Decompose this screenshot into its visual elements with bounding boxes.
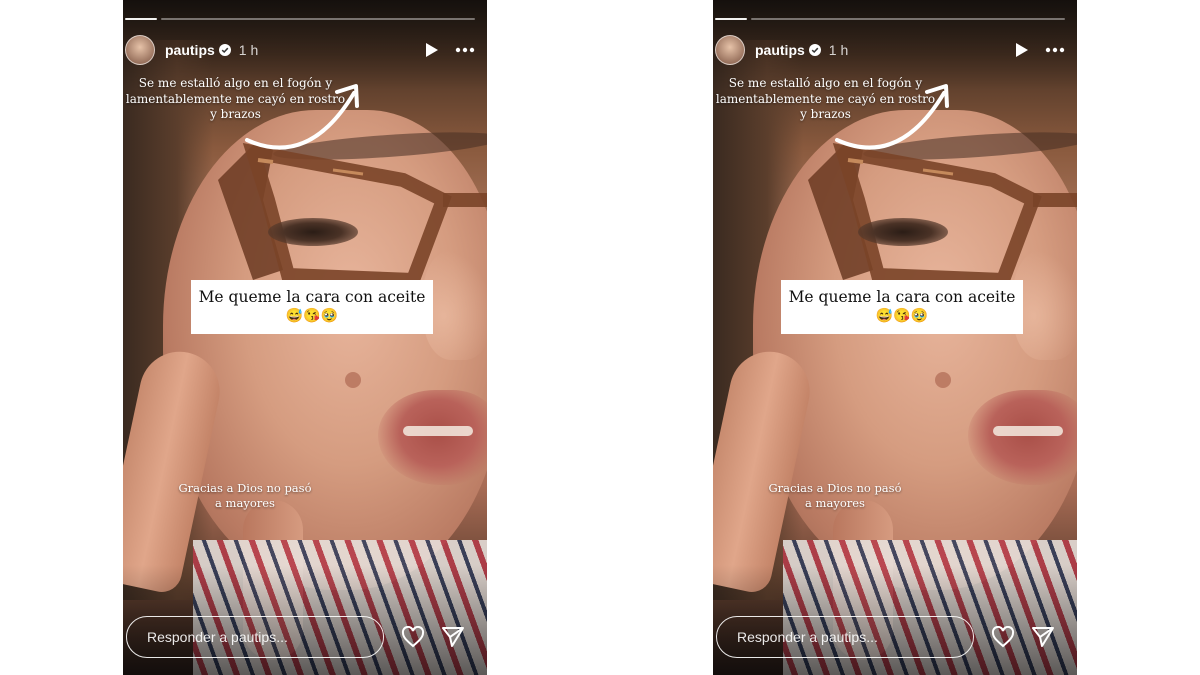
story-photo-teeth bbox=[993, 426, 1063, 436]
play-icon[interactable] bbox=[421, 40, 441, 60]
curved-arrow-icon bbox=[835, 84, 949, 150]
heart-icon[interactable] bbox=[991, 626, 1015, 648]
caption-bottom: Gracias a Dios no pasó a mayores bbox=[768, 481, 902, 510]
verified-badge-icon bbox=[808, 44, 821, 56]
story-photo-teeth bbox=[403, 426, 473, 436]
progress-segment bbox=[161, 18, 475, 20]
story-view-right[interactable]: pautips 1 h Se me estalló algo en el fog… bbox=[713, 0, 1077, 675]
story-header: pautips 1 h bbox=[125, 34, 475, 66]
story-progress-bar bbox=[125, 18, 475, 20]
heart-icon[interactable] bbox=[401, 626, 425, 648]
verified-badge-icon bbox=[218, 44, 231, 56]
reply-input[interactable] bbox=[126, 616, 384, 658]
play-icon[interactable] bbox=[1011, 40, 1031, 60]
caption-bottom: Gracias a Dios no pasó a mayores bbox=[178, 481, 312, 510]
more-options-icon[interactable] bbox=[455, 40, 475, 60]
sticker-emojis: 😅😘🥹 bbox=[285, 308, 339, 324]
post-time: 1 h bbox=[238, 42, 259, 58]
progress-segment-complete bbox=[125, 18, 157, 20]
story-photo-burn-mark bbox=[345, 372, 361, 388]
story-header: pautips 1 h bbox=[715, 34, 1065, 66]
username[interactable]: pautips bbox=[755, 42, 805, 58]
text-sticker: Me queme la cara con aceite 😅😘🥹 bbox=[191, 280, 433, 334]
story-photo-eye bbox=[268, 218, 358, 246]
progress-segment-complete bbox=[715, 18, 747, 20]
progress-segment bbox=[751, 18, 1065, 20]
text-sticker: Me queme la cara con aceite 😅😘🥹 bbox=[781, 280, 1023, 334]
sticker-text: Me queme la cara con aceite bbox=[198, 288, 426, 306]
avatar[interactable] bbox=[125, 35, 155, 65]
post-time: 1 h bbox=[828, 42, 849, 58]
story-photo-burn-mark bbox=[935, 372, 951, 388]
curved-arrow-icon bbox=[245, 84, 359, 150]
story-photo-eye bbox=[858, 218, 948, 246]
username[interactable]: pautips bbox=[165, 42, 215, 58]
avatar[interactable] bbox=[715, 35, 745, 65]
sticker-emojis: 😅😘🥹 bbox=[875, 308, 929, 324]
reply-input[interactable] bbox=[716, 616, 974, 658]
send-icon[interactable] bbox=[1031, 625, 1055, 649]
send-icon[interactable] bbox=[441, 625, 465, 649]
story-progress-bar bbox=[715, 18, 1065, 20]
more-options-icon[interactable] bbox=[1045, 40, 1065, 60]
story-view-left[interactable]: pautips 1 h Se me estalló algo en el fog… bbox=[123, 0, 487, 675]
sticker-text: Me queme la cara con aceite bbox=[788, 288, 1016, 306]
